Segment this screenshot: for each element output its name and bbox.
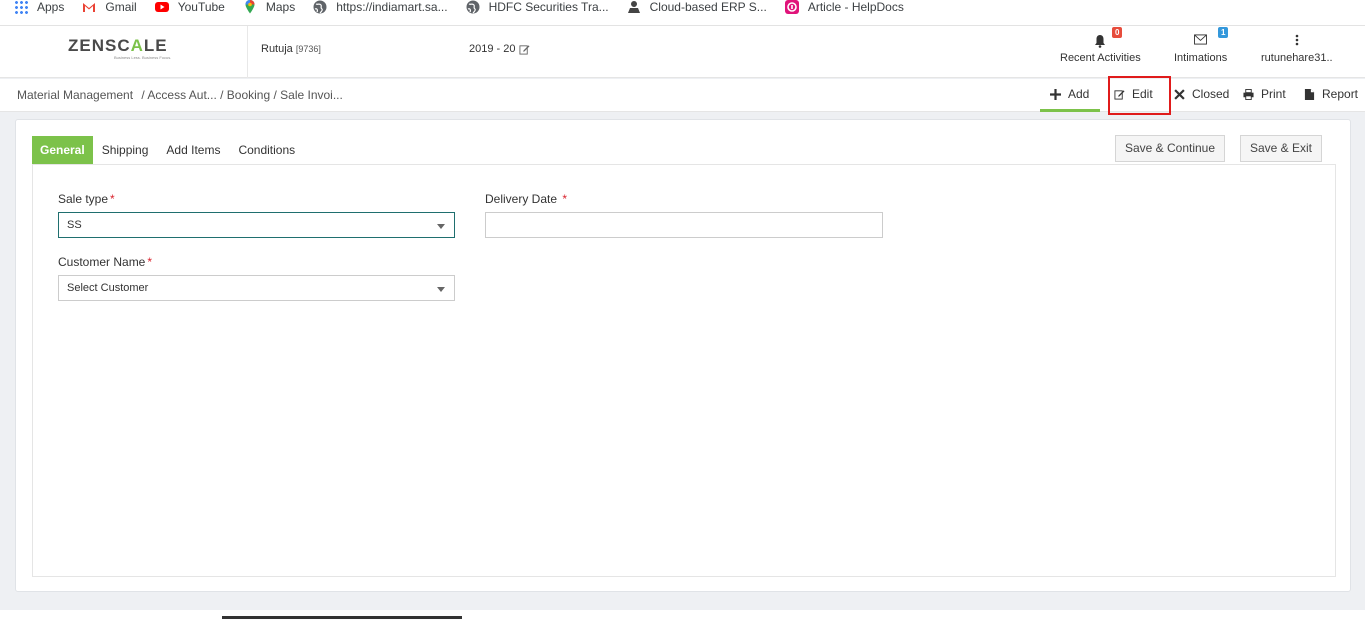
required-marker: * bbox=[562, 192, 568, 206]
bookmark-erp[interactable]: Cloud-based ERP S... bbox=[627, 0, 767, 14]
apps-grid-icon bbox=[14, 0, 28, 14]
bookmark-indiamart[interactable]: https://indiamart.sa... bbox=[313, 0, 448, 14]
chevron-down-icon bbox=[437, 287, 445, 292]
footer-strip bbox=[0, 610, 1365, 619]
tab-conditions[interactable]: Conditions bbox=[229, 136, 304, 164]
more-vertical-icon bbox=[1261, 34, 1333, 48]
add-button[interactable]: Add bbox=[1050, 87, 1089, 101]
closed-label: Closed bbox=[1192, 87, 1230, 101]
zenscale-logo[interactable]: ZENSCALE Business Less. Business Focus. bbox=[68, 37, 180, 63]
year-label: 2019 - 20 bbox=[469, 43, 516, 55]
tab-general[interactable]: General bbox=[32, 136, 93, 164]
bookmarks-bar: Apps Gmail YouTube Maps https://indiamar… bbox=[0, 0, 1365, 26]
printer-icon bbox=[1243, 88, 1254, 100]
breadcrumb: Material Management / Access Aut... / Bo… bbox=[17, 88, 343, 102]
sale-type-label: Sale type * bbox=[58, 192, 115, 206]
bookmark-label: YouTube bbox=[177, 0, 225, 14]
intimations[interactable]: 1 Intimations bbox=[1174, 27, 1229, 64]
account-menu[interactable]: rutunehare31.. bbox=[1261, 34, 1333, 64]
user-name: Rutuja [9736] bbox=[261, 43, 321, 55]
sale-type-value: SS bbox=[67, 219, 82, 231]
add-label: Add bbox=[1068, 87, 1090, 101]
customer-name-label-text: Customer Name bbox=[58, 255, 146, 269]
customer-name-select[interactable]: Select Customer bbox=[58, 275, 455, 301]
app-header: ZENSCALE Business Less. Business Focus. … bbox=[0, 26, 1365, 78]
bookmark-label: Article - HelpDocs bbox=[807, 0, 904, 14]
maps-icon bbox=[243, 0, 257, 14]
action-bar: Material Management / Access Aut... / Bo… bbox=[0, 76, 1365, 115]
erp-icon bbox=[627, 0, 641, 14]
bookmark-hdfc[interactable]: HDFC Securities Tra... bbox=[466, 0, 609, 14]
bell-icon: 0 bbox=[1060, 27, 1141, 48]
bookmark-label: Gmail bbox=[105, 0, 137, 14]
header-divider bbox=[247, 26, 248, 78]
save-continue-button[interactable]: Save & Continue bbox=[1115, 135, 1225, 162]
required-marker: * bbox=[147, 255, 153, 269]
form-tabs: General Shipping Add Items Conditions bbox=[32, 136, 304, 164]
logo-text: ZENSC bbox=[68, 36, 131, 55]
account-label: rutunehare31.. bbox=[1261, 52, 1333, 64]
document-icon bbox=[1304, 88, 1315, 100]
print-label: Print bbox=[1261, 87, 1286, 101]
edit-highlight-box bbox=[1108, 76, 1171, 115]
bookmark-label: Maps bbox=[265, 0, 296, 14]
recent-activities-badge: 0 bbox=[1112, 27, 1123, 38]
bookmark-helpdocs[interactable]: Article - HelpDocs bbox=[784, 0, 904, 14]
add-active-indicator bbox=[1040, 109, 1100, 112]
bookmark-youtube[interactable]: YouTube bbox=[154, 0, 225, 14]
closed-button[interactable]: Closed bbox=[1174, 87, 1229, 101]
delivery-date-label-text: Delivery Date bbox=[485, 192, 558, 206]
user-label: Rutuja bbox=[261, 43, 293, 55]
tab-shipping[interactable]: Shipping bbox=[93, 136, 158, 164]
tab-add-items[interactable]: Add Items bbox=[157, 136, 229, 164]
edit-icon[interactable] bbox=[519, 44, 531, 55]
sale-type-label-text: Sale type bbox=[58, 192, 109, 206]
recent-activities-label: Recent Activities bbox=[1060, 52, 1141, 64]
bookmark-label: https://indiamart.sa... bbox=[336, 0, 448, 14]
breadcrumb-root[interactable]: Material Management bbox=[17, 88, 133, 102]
logo-text-end: LE bbox=[143, 36, 168, 55]
form-card: General Shipping Add Items Conditions Sa… bbox=[15, 119, 1351, 592]
gmail-icon bbox=[82, 0, 96, 14]
sale-type-select[interactable]: SS bbox=[58, 212, 455, 238]
plus-icon bbox=[1050, 88, 1061, 100]
breadcrumb-path[interactable]: / Access Aut... / Booking / Sale Invoi..… bbox=[141, 88, 342, 102]
mail-icon: 1 bbox=[1174, 27, 1229, 48]
financial-year[interactable]: 2019 - 20 bbox=[469, 43, 531, 55]
bookmark-apps[interactable]: Apps bbox=[14, 0, 64, 14]
youtube-icon bbox=[154, 0, 169, 14]
globe-icon bbox=[313, 0, 327, 14]
bookmark-label: Cloud-based ERP S... bbox=[649, 0, 767, 14]
close-icon bbox=[1174, 88, 1185, 100]
customer-name-value: Select Customer bbox=[67, 282, 149, 294]
chevron-down-icon bbox=[437, 224, 445, 229]
bookmark-maps[interactable]: Maps bbox=[243, 0, 295, 14]
delivery-date-label: Delivery Date * bbox=[485, 192, 567, 206]
report-button[interactable]: Report bbox=[1304, 87, 1358, 101]
recent-activities[interactable]: 0 Recent Activities bbox=[1060, 27, 1141, 64]
bookmark-label: Apps bbox=[37, 0, 65, 14]
general-panel: Sale type * SS Delivery Date * Customer N… bbox=[32, 165, 1336, 577]
logo-tagline: Business Less. Business Focus. bbox=[114, 55, 172, 60]
helpdocs-icon bbox=[784, 0, 799, 14]
globe-icon bbox=[466, 0, 480, 14]
logo-text-accent: A bbox=[130, 36, 144, 55]
user-id: [9736] bbox=[295, 44, 321, 54]
report-label: Report bbox=[1322, 87, 1359, 101]
save-exit-button[interactable]: Save & Exit bbox=[1240, 135, 1322, 162]
bookmark-gmail[interactable]: Gmail bbox=[82, 0, 137, 14]
required-marker: * bbox=[110, 192, 115, 206]
intimations-label: Intimations bbox=[1174, 52, 1228, 64]
print-button[interactable]: Print bbox=[1243, 87, 1286, 101]
customer-name-label: Customer Name * bbox=[58, 255, 152, 269]
delivery-date-input[interactable] bbox=[485, 212, 883, 238]
intimations-badge: 1 bbox=[1218, 27, 1229, 38]
bookmark-label: HDFC Securities Tra... bbox=[488, 0, 609, 14]
